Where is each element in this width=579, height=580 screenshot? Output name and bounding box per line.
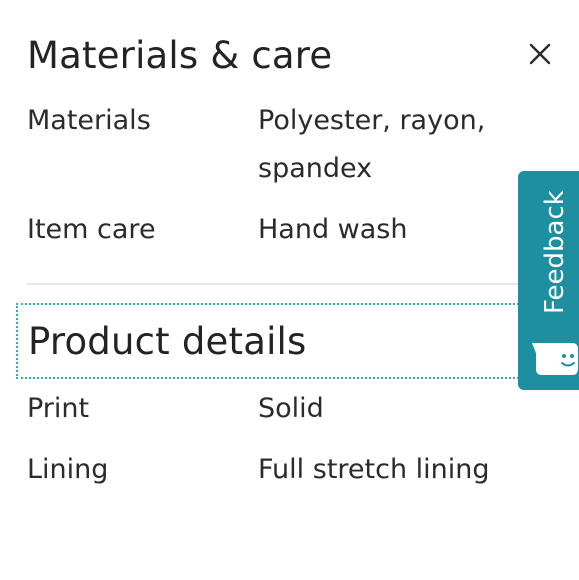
product-details-header[interactable]: Product details [16, 303, 531, 379]
close-button[interactable] [522, 36, 558, 72]
feedback-label: Feedback [540, 190, 570, 314]
section-divider [27, 283, 557, 285]
materials-care-title: Materials & care [27, 34, 333, 77]
materials-label: Materials [27, 105, 151, 136]
lining-value: Full stretch lining [258, 454, 490, 485]
materials-value-line2: spandex [258, 153, 373, 184]
lining-label: Lining [27, 454, 109, 485]
product-details-title: Product details [28, 320, 307, 363]
close-icon [529, 43, 551, 65]
materials-care-panel: Materials & care Materials Polyester, ra… [0, 0, 579, 580]
item-care-label: Item care [27, 214, 156, 245]
print-label: Print [27, 393, 90, 424]
chat-bubble-icon [532, 343, 578, 375]
materials-value-line1: Polyester, rayon, [258, 105, 486, 136]
print-value: Solid [258, 393, 324, 424]
item-care-value: Hand wash [258, 214, 408, 245]
feedback-tab[interactable]: Feedback [518, 171, 579, 390]
